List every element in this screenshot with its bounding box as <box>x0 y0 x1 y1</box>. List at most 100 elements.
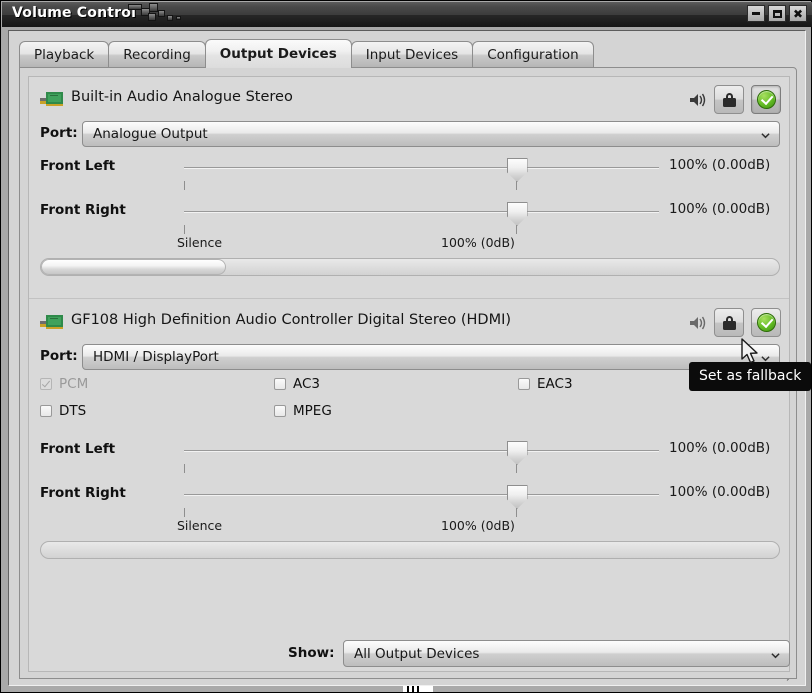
channel-label: Front Right <box>40 485 126 501</box>
codec-checkbox-mpeg[interactable]: MPEG <box>274 403 332 419</box>
codec-label: EAC3 <box>537 376 573 392</box>
tick-silence <box>184 225 185 234</box>
tick-base <box>516 181 517 190</box>
window-title: Volume Control <box>12 5 136 21</box>
device-actions <box>687 308 781 337</box>
title-decoration <box>124 2 204 27</box>
set-as-fallback-button[interactable] <box>751 308 781 337</box>
volume-slider-front-right[interactable] <box>184 211 659 215</box>
show-label: Show: <box>288 645 334 661</box>
port-row: Port: HDMI / DisplayPort <box>29 344 790 372</box>
device-separator <box>29 298 790 299</box>
channel-label: Front Right <box>40 202 126 218</box>
device-name: Built-in Audio Analogue Stereo <box>71 89 293 105</box>
port-row: Port: Analogue Output <box>29 121 790 149</box>
show-filter-select[interactable]: All Output Devices <box>343 640 790 667</box>
tick-silence <box>184 181 185 190</box>
channel-value: 100% (0.00dB) <box>669 440 770 456</box>
output-devices-panel: Built-in Audio Analogue Stereo <box>19 67 797 679</box>
channel-label: Front Left <box>40 158 115 174</box>
sound-card-icon <box>40 315 63 330</box>
speaker-icon[interactable] <box>687 90 707 110</box>
tab-label: Configuration <box>487 47 579 63</box>
lock-volume-button[interactable] <box>714 85 744 114</box>
mouse-cursor <box>741 338 763 368</box>
device-list[interactable]: Built-in Audio Analogue Stereo <box>28 76 790 672</box>
minimize-icon <box>752 12 760 15</box>
lock-icon <box>723 93 736 107</box>
sound-card-icon <box>40 92 63 107</box>
slider-thumb[interactable] <box>507 158 528 182</box>
checkbox-box <box>40 378 52 390</box>
show-filter-row: Show: All Output Devices <box>20 638 798 668</box>
codec-label: AC3 <box>293 376 320 392</box>
scale-label-min: Silence <box>177 518 222 533</box>
codec-checkbox-eac3[interactable]: EAC3 <box>518 376 573 392</box>
tab-label: Recording <box>123 47 191 63</box>
tick-base <box>516 508 517 517</box>
port-select[interactable]: HDMI / DisplayPort <box>82 344 780 370</box>
tab-label: Output Devices <box>220 46 337 62</box>
slider-thumb[interactable] <box>507 202 528 226</box>
slider-track <box>184 167 659 169</box>
slider-ticks-lower <box>184 225 659 235</box>
channel-value: 100% (0.00dB) <box>669 484 770 500</box>
port-select[interactable]: Analogue Output <box>82 121 780 147</box>
tab-configuration[interactable]: Configuration <box>472 41 594 68</box>
speaker-icon[interactable] <box>687 313 707 333</box>
codec-label: PCM <box>59 376 88 392</box>
tab-label: Playback <box>34 47 94 63</box>
codec-checkbox-dts[interactable]: DTS <box>40 403 86 419</box>
slider-track <box>184 450 659 452</box>
close-icon: ✖ <box>793 8 803 20</box>
green-check-icon <box>757 313 776 332</box>
volume-slider-front-right[interactable] <box>184 494 659 498</box>
scale-label-min: Silence <box>177 235 222 250</box>
tab-label: Input Devices <box>366 47 458 63</box>
tab-playback[interactable]: Playback <box>19 41 109 68</box>
slider-ticks-upper <box>184 464 659 474</box>
codec-checkbox-ac3[interactable]: AC3 <box>274 376 320 392</box>
tab-recording[interactable]: Recording <box>108 41 206 68</box>
device-actions <box>687 85 781 114</box>
volume-slider-front-left[interactable] <box>184 450 659 454</box>
show-filter-value: All Output Devices <box>354 646 479 662</box>
close-button[interactable]: ✖ <box>789 5 807 22</box>
scale-label-max: 100% (0dB) <box>441 518 515 533</box>
channel-value: 100% (0.00dB) <box>669 201 770 217</box>
peak-level-fill <box>41 259 226 275</box>
checkbox-box <box>40 405 52 417</box>
scale-label-max: 100% (0dB) <box>441 235 515 250</box>
client-area: Playback Recording Output Devices Input … <box>8 30 806 686</box>
slider-track <box>184 211 659 213</box>
codec-label: DTS <box>59 403 86 419</box>
tick-base <box>516 464 517 473</box>
codec-label: MPEG <box>293 403 332 419</box>
port-label: Port: <box>40 348 78 364</box>
channel-label: Front Left <box>40 441 115 457</box>
minimize-button[interactable] <box>747 5 765 22</box>
set-as-fallback-button[interactable] <box>751 85 781 114</box>
window-controls: ✖ <box>747 5 807 22</box>
slider-ticks-lower <box>184 508 659 518</box>
chevron-down-icon <box>771 651 780 660</box>
codec-checkbox-pcm[interactable]: PCM <box>40 376 88 392</box>
slider-thumb[interactable] <box>507 485 528 509</box>
channel-value: 100% (0.00dB) <box>669 157 770 173</box>
slider-thumb[interactable] <box>507 441 528 465</box>
tab-output-devices[interactable]: Output Devices <box>205 39 352 68</box>
checkbox-box <box>274 405 286 417</box>
title-bar[interactable]: Volume Control ✖ <box>2 2 812 27</box>
maximize-button[interactable] <box>768 5 786 22</box>
volume-slider-front-left[interactable] <box>184 167 659 171</box>
tick-silence <box>184 508 185 517</box>
lock-volume-button[interactable] <box>714 308 744 337</box>
slider-ticks-upper <box>184 181 659 191</box>
maximize-icon <box>773 10 782 18</box>
tick-silence <box>184 464 185 473</box>
peak-level-meter <box>40 258 780 276</box>
green-check-icon <box>757 90 776 109</box>
tab-input-devices[interactable]: Input Devices <box>351 41 473 68</box>
taskbar-edge <box>403 686 433 692</box>
port-value: HDMI / DisplayPort <box>93 349 219 365</box>
